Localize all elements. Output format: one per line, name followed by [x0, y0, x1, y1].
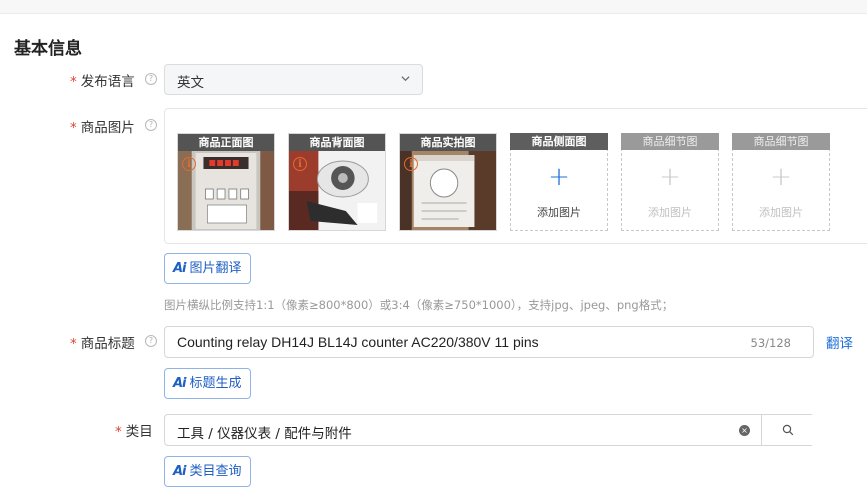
category-query-label: 类目查询 — [189, 464, 242, 479]
ai-icon: Ai — [173, 376, 186, 391]
category-label-text: 类目 — [125, 424, 153, 440]
slot-caption: 商品细节图 — [621, 133, 719, 150]
category-search-button[interactable] — [761, 415, 814, 445]
top-bar — [0, 0, 867, 14]
required-mark: * — [115, 424, 122, 440]
plus-icon: + — [659, 162, 681, 192]
add-image-slot-side[interactable]: 商品侧面图 + 添加图片 — [510, 133, 608, 231]
ai-icon: Ai — [173, 261, 186, 276]
thumb-caption: 商品背面图 — [289, 134, 385, 151]
language-select[interactable]: 英文 — [164, 64, 423, 95]
add-image-slot-detail[interactable]: 商品细节图 + 添加图片 — [732, 133, 830, 231]
add-image-label: 添加图片 — [759, 206, 803, 219]
category-query-button[interactable]: Ai 类目查询 — [164, 456, 251, 487]
images-label: * 商品图片 — [70, 116, 135, 136]
language-select-value: 英文 — [177, 75, 204, 91]
image-translate-button[interactable]: Ai 图片翻译 — [164, 253, 251, 284]
title-generate-label: 标题生成 — [189, 376, 242, 391]
warning-info-icon[interactable]: i — [182, 157, 196, 171]
product-title-input[interactable]: Counting relay DH14J BL14J counter AC220… — [164, 326, 814, 358]
translate-link[interactable]: 翻译 — [826, 332, 853, 352]
section-title: 基本信息 — [14, 39, 82, 59]
category-input[interactable]: 工具 / 仪器仪表 / 配件与附件 × — [164, 414, 814, 446]
required-mark: * — [70, 74, 77, 90]
plus-icon: + — [548, 162, 570, 192]
add-image-slot-detail[interactable]: 商品细节图 + 添加图片 — [621, 133, 719, 231]
slot-caption: 商品侧面图 — [510, 133, 608, 150]
image-thumb-real[interactable]: 商品实拍图 i — [399, 133, 497, 231]
help-icon[interactable]: ? — [145, 335, 157, 347]
image-format-hint: 图片横纵比例支持1:1（像素≥800*800）或3:4（像素≥750*1000）… — [164, 298, 674, 312]
help-icon[interactable]: ? — [145, 73, 157, 85]
image-thumb-back[interactable]: 商品背面图 i — [288, 133, 386, 231]
warning-info-icon[interactable]: i — [404, 157, 418, 171]
images-label-text: 商品图片 — [80, 120, 135, 136]
add-image-label: 添加图片 — [648, 206, 692, 219]
clear-icon[interactable]: × — [739, 425, 750, 436]
search-icon — [782, 424, 794, 436]
title-char-count: 53/128 — [750, 336, 791, 350]
category-label: * 类目 — [115, 420, 153, 440]
title-label: * 商品标题 — [70, 332, 135, 352]
required-mark: * — [70, 120, 77, 136]
language-label: * 发布语言 — [70, 70, 135, 90]
slot-caption: 商品细节图 — [732, 133, 830, 150]
language-label-text: 发布语言 — [80, 74, 135, 90]
required-mark: * — [70, 336, 77, 352]
image-translate-label: 图片翻译 — [189, 261, 242, 276]
help-icon[interactable]: ? — [145, 119, 157, 131]
title-generate-button[interactable]: Ai 标题生成 — [164, 368, 251, 399]
plus-icon: + — [770, 162, 792, 192]
warning-info-icon[interactable]: i — [293, 157, 307, 171]
chevron-down-icon — [401, 76, 410, 82]
title-label-text: 商品标题 — [80, 336, 135, 352]
category-value: 工具 / 仪器仪表 / 配件与附件 — [177, 426, 352, 442]
image-thumb-front[interactable]: 商品正面图 i — [177, 133, 275, 231]
add-image-label: 添加图片 — [537, 206, 581, 219]
ai-icon: Ai — [173, 464, 186, 479]
thumb-caption: 商品正面图 — [178, 134, 274, 151]
product-title-value: Counting relay DH14J BL14J counter AC220… — [177, 334, 539, 350]
thumb-caption: 商品实拍图 — [400, 134, 496, 151]
